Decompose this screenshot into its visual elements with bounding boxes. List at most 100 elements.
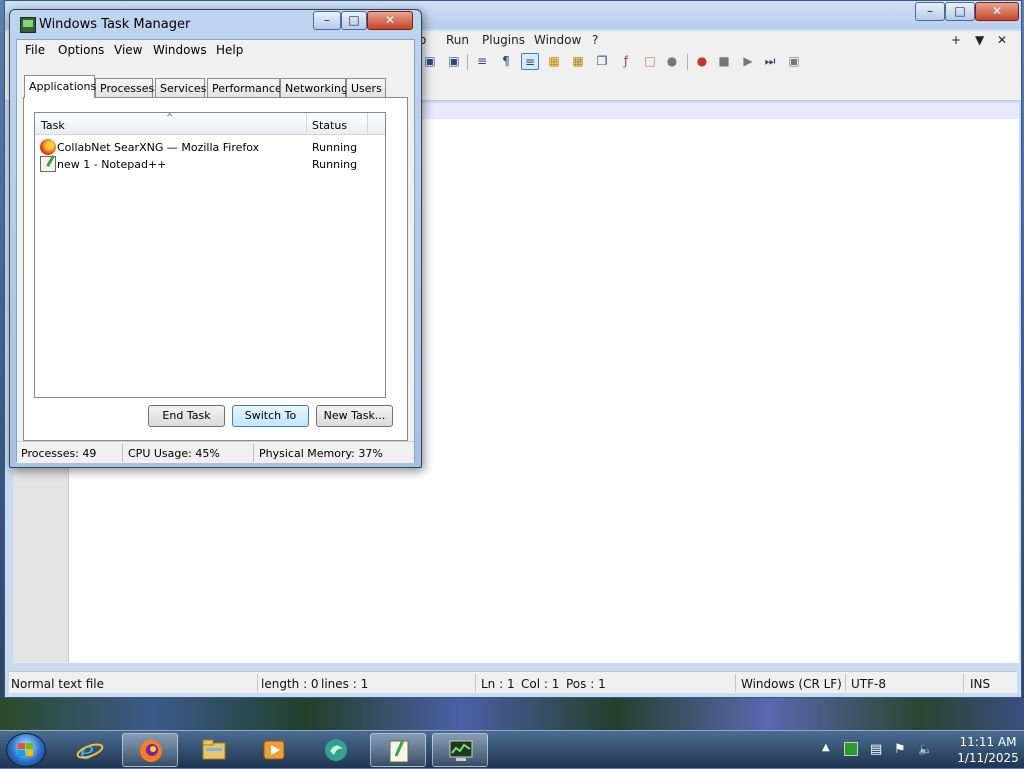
window-title: Windows Task Manager bbox=[39, 17, 191, 32]
task-manager-button[interactable] bbox=[432, 733, 488, 767]
save-macro-icon[interactable]: ▣ bbox=[785, 53, 803, 70]
network-icon[interactable]: ▤ bbox=[870, 742, 884, 757]
menu-file[interactable]: File bbox=[25, 43, 45, 57]
toolbar-icon[interactable]: ▦ bbox=[545, 53, 563, 70]
toolbar-icon[interactable]: ▦ bbox=[569, 53, 587, 70]
status-memory: Physical Memory: 37% bbox=[259, 447, 383, 460]
run-macro-multiple-icon[interactable]: ⏭ bbox=[761, 53, 779, 70]
notepad-icon bbox=[40, 156, 56, 172]
clock-date: 1/11/2025 bbox=[957, 751, 1019, 765]
task-manager-app-icon bbox=[20, 17, 36, 33]
file-explorer-button[interactable] bbox=[186, 733, 242, 767]
toolbar-icon[interactable]: ● bbox=[663, 53, 681, 70]
show-hidden-icons-icon[interactable]: ▲ bbox=[822, 742, 836, 756]
volume-muted-icon[interactable]: 🔈 bbox=[918, 742, 933, 756]
menu-windows[interactable]: Windows bbox=[153, 43, 207, 57]
new-task-button[interactable]: New Task... bbox=[316, 405, 393, 427]
status-tray-icon[interactable] bbox=[844, 742, 858, 756]
toolbar-icon[interactable]: ▣ bbox=[445, 53, 463, 70]
sort-arrow-icon: ^ bbox=[166, 113, 174, 123]
task-status: Running bbox=[312, 158, 358, 171]
action-center-flag-icon[interactable]: ⚑ bbox=[894, 742, 908, 757]
close-doc-icon[interactable]: ✕ bbox=[997, 33, 1007, 47]
task-manager-client: File Options View Windows Help Applicati… bbox=[16, 39, 415, 463]
folder-icon[interactable]: □ bbox=[641, 53, 659, 70]
switch-to-button[interactable]: Switch To bbox=[232, 405, 309, 427]
status-col: Col : 1 bbox=[521, 677, 560, 691]
minimize-button[interactable]: – bbox=[915, 2, 945, 21]
task-name: CollabNet SearXNG — Mozilla Firefox bbox=[57, 141, 260, 154]
status-cpu: CPU Usage: 45% bbox=[128, 447, 220, 460]
app-icon bbox=[325, 739, 347, 761]
tab-processes[interactable]: Processes bbox=[95, 78, 154, 97]
wrap-icon[interactable]: ≡ bbox=[473, 53, 491, 70]
play-macro-icon[interactable]: ▶ bbox=[739, 53, 757, 70]
clock-time: 11:11 AM bbox=[959, 735, 1017, 749]
status-processes: Processes: 49 bbox=[21, 447, 97, 460]
menu-view[interactable]: View bbox=[114, 43, 142, 57]
media-player-button[interactable] bbox=[246, 733, 302, 767]
tab-applications[interactable]: Applications bbox=[24, 75, 96, 98]
task-manager-icon bbox=[449, 740, 473, 761]
status-ln: Ln : 1 bbox=[481, 677, 515, 691]
stop-macro-icon[interactable]: ■ bbox=[715, 53, 733, 70]
toolbar-icon[interactable]: ▣ bbox=[421, 53, 439, 70]
desktop-wallpaper bbox=[0, 698, 1024, 730]
menu-plugins[interactable]: Plugins bbox=[482, 33, 525, 47]
maximize-button[interactable]: □ bbox=[945, 2, 975, 21]
menu-help[interactable]: ? bbox=[592, 33, 598, 47]
end-task-button[interactable]: End Task bbox=[148, 405, 225, 427]
list-header: ^ Task Status bbox=[35, 113, 385, 135]
status-insert-mode: INS bbox=[970, 677, 991, 691]
menu-run[interactable]: Run bbox=[446, 33, 469, 47]
internet-explorer-icon: e bbox=[76, 737, 104, 763]
firefox-button[interactable] bbox=[122, 733, 178, 767]
menu-options[interactable]: Options bbox=[58, 43, 104, 57]
menubar: File Options View Windows Help bbox=[17, 40, 414, 60]
windows-logo-icon bbox=[18, 743, 34, 757]
app-button[interactable] bbox=[308, 733, 364, 767]
system-tray: ▲ ▤ ⚑ 🔈 11:11 AM 1/11/2025 bbox=[814, 731, 1024, 769]
record-macro-icon[interactable]: ● bbox=[693, 53, 711, 70]
tab-performance[interactable]: Performance bbox=[207, 78, 282, 97]
tab-services[interactable]: Services bbox=[155, 78, 206, 97]
menu-help[interactable]: Help bbox=[216, 43, 243, 57]
toolbar-icon[interactable]: ƒ bbox=[617, 53, 635, 70]
file-explorer-icon bbox=[202, 739, 226, 760]
show-all-chars-icon[interactable]: ¶ bbox=[497, 53, 515, 70]
minimize-button[interactable]: – bbox=[313, 11, 341, 30]
task-manager-status-bar: Processes: 49 CPU Usage: 45% Physical Me… bbox=[17, 441, 414, 463]
task-row[interactable]: new 1 - Notepad++ Running bbox=[35, 156, 385, 173]
media-player-icon bbox=[263, 740, 285, 760]
task-row[interactable]: CollabNet SearXNG — Mozilla Firefox Runn… bbox=[35, 139, 385, 156]
start-button[interactable] bbox=[6, 733, 46, 767]
clock[interactable]: 11:11 AM 1/11/2025 bbox=[956, 734, 1020, 766]
menu-window[interactable]: Window bbox=[534, 33, 581, 47]
notepadpp-icon bbox=[389, 739, 409, 763]
status-pos: Pos : 1 bbox=[566, 677, 606, 691]
tab-networking[interactable]: Networking bbox=[280, 78, 348, 97]
tab-list-icon[interactable]: ▼ bbox=[975, 33, 984, 47]
close-button[interactable]: ✕ bbox=[975, 2, 1019, 21]
taskbar: e ▲ ▤ ⚑ 🔈 11:11 AM 1/11/2025 bbox=[0, 730, 1024, 768]
firefox-icon bbox=[140, 740, 162, 762]
status-length: length : 0 bbox=[261, 677, 319, 691]
new-tab-icon[interactable]: + bbox=[951, 33, 961, 47]
toolbar-icon[interactable]: ❐ bbox=[593, 53, 611, 70]
status-encoding: UTF-8 bbox=[851, 677, 886, 691]
notepadpp-button[interactable] bbox=[370, 733, 426, 767]
status-eol: Windows (CR LF) bbox=[741, 677, 842, 691]
maximize-button[interactable]: □ bbox=[341, 11, 367, 30]
task-list[interactable]: ^ Task Status CollabNet SearXNG — Mozill… bbox=[34, 112, 386, 398]
column-task[interactable]: Task bbox=[41, 119, 65, 132]
indent-guide-icon[interactable]: ≡ bbox=[521, 53, 539, 70]
close-button[interactable]: ✕ bbox=[367, 11, 413, 30]
internet-explorer-button[interactable]: e bbox=[62, 733, 118, 767]
notepadpp-status-bar: Normal text file length : 0 lines : 1 Ln… bbox=[9, 671, 1017, 693]
task-manager-window: Windows Task Manager – □ ✕ File Options … bbox=[9, 9, 422, 468]
tab-users[interactable]: Users bbox=[346, 78, 386, 97]
task-name: new 1 - Notepad++ bbox=[57, 158, 167, 171]
task-status: Running bbox=[312, 141, 358, 154]
column-status[interactable]: Status bbox=[312, 119, 347, 132]
status-lines: lines : 1 bbox=[321, 677, 369, 691]
